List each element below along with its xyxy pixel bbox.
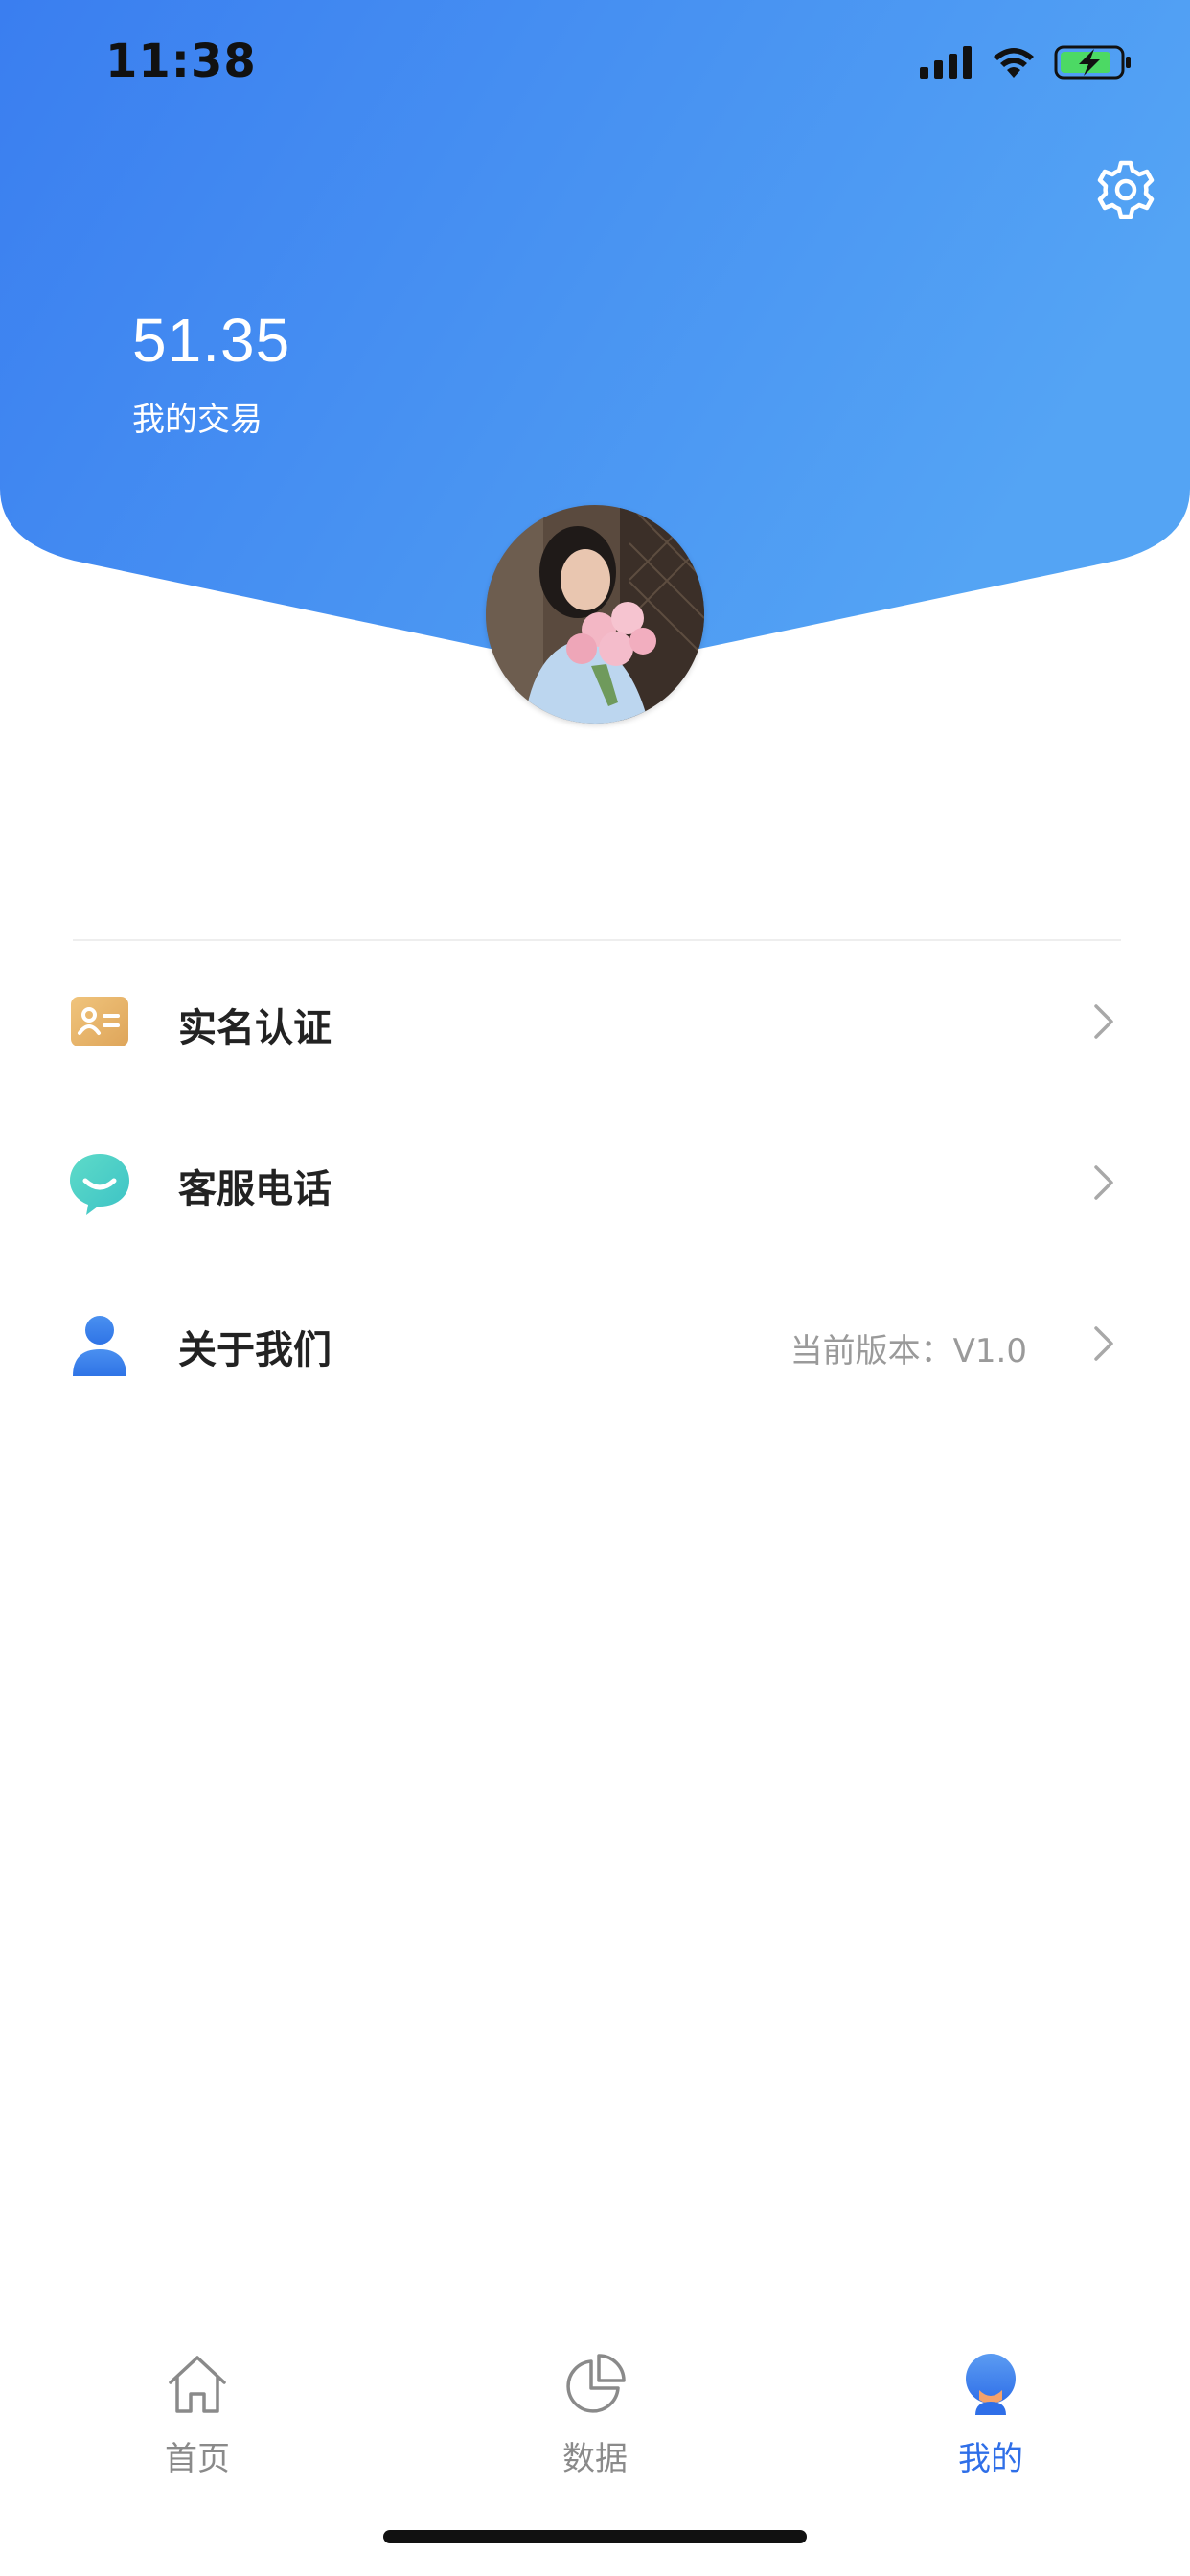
tab-mine[interactable]: 我的 (895, 2329, 1087, 2482)
home-icon (169, 2356, 226, 2413)
version-text: 当前版本：V1.0 (790, 1332, 1027, 1370)
menu-item-about-us[interactable]: 关于我们 当前版本：V1.0 (0, 1263, 1190, 1424)
chat-bubble-icon (69, 1152, 130, 1215)
profile-icon (966, 2354, 1016, 2415)
menu-item-verification[interactable]: 实名认证 (0, 941, 1190, 1102)
balance-label: 我的交易 (132, 401, 263, 439)
chevron-right-icon (1094, 1165, 1113, 1200)
user-icon (69, 1313, 130, 1376)
battery-icon (1054, 45, 1131, 80)
avatar-photo (486, 505, 704, 724)
signal-icon (920, 46, 972, 79)
menu-item-label: 关于我们 (178, 1328, 332, 1372)
menu-item-label: 实名认证 (178, 1006, 332, 1050)
tab-data[interactable]: 数据 (499, 2329, 691, 2482)
settings-button[interactable] (1094, 158, 1157, 221)
menu-item-customer-service[interactable]: 客服电话 (0, 1102, 1190, 1263)
status-time: 11:38 (105, 34, 257, 88)
tab-home[interactable]: 首页 (102, 2329, 293, 2482)
pie-chart-icon (566, 2354, 626, 2413)
status-bar: 11:38 (0, 0, 1190, 134)
chevron-right-icon (1094, 1326, 1113, 1361)
tab-label: 数据 (562, 2440, 628, 2478)
gear-icon (1097, 160, 1155, 219)
tab-bar: 首页 数据 我的 (0, 2329, 1190, 2501)
menu-item-label: 客服电话 (178, 1167, 332, 1211)
balance-value: 51.35 (132, 306, 291, 375)
tab-label: 我的 (958, 2440, 1023, 2478)
id-card-icon (69, 991, 130, 1052)
tab-label: 首页 (165, 2440, 230, 2478)
avatar[interactable] (486, 505, 704, 724)
home-indicator[interactable] (383, 2530, 807, 2543)
status-icons (920, 38, 1133, 86)
wifi-icon (994, 48, 1034, 78)
chevron-right-icon (1094, 1004, 1113, 1039)
